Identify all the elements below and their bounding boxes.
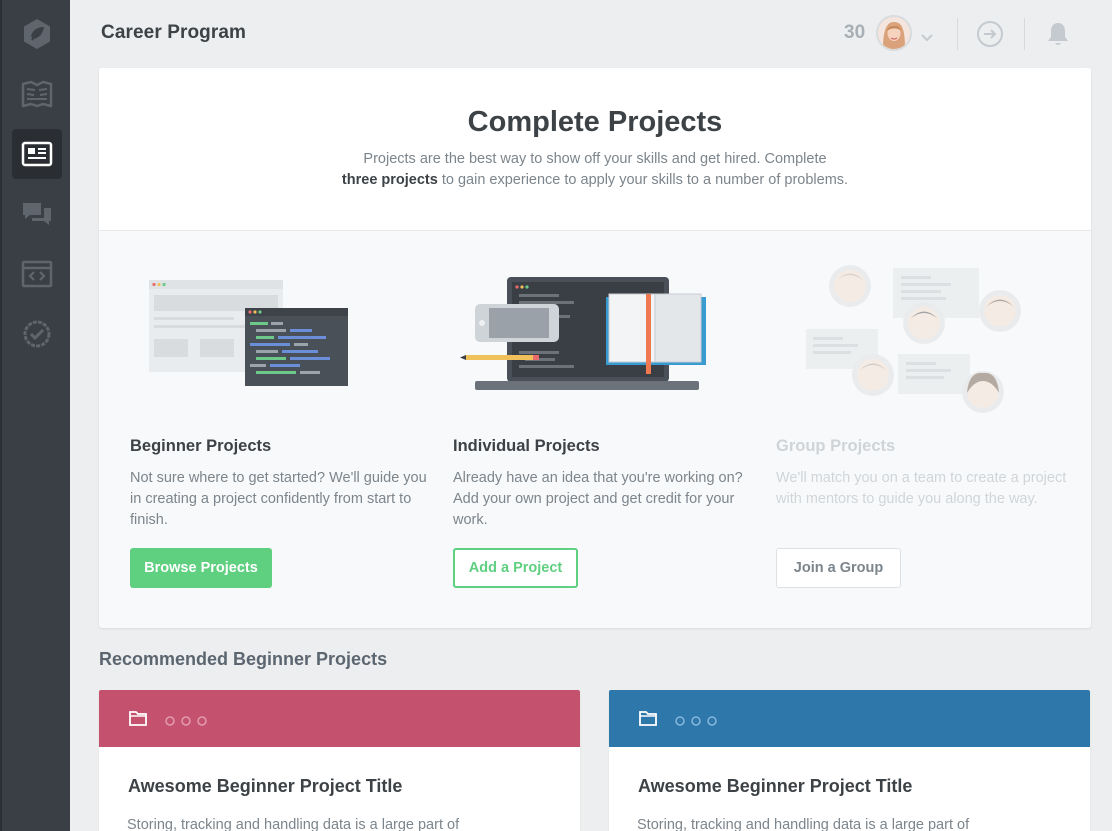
hero-title: Complete Projects: [467, 106, 723, 138]
bell-icon[interactable]: [1044, 20, 1072, 53]
card-header: [99, 690, 580, 747]
project-card[interactable]: Awesome Beginner Project Title Storing, …: [99, 690, 580, 831]
folder-icon: [639, 710, 657, 731]
column-title: Individual Projects: [453, 437, 600, 455]
project-card[interactable]: Awesome Beginner Project Title Storing, …: [609, 690, 1090, 831]
hero-desc-line1: Projects are the best way to show off yo…: [363, 151, 827, 167]
add-project-button[interactable]: Add a Project: [453, 548, 578, 588]
beginner-illustration: [130, 231, 360, 406]
column-title: Beginner Projects: [130, 437, 272, 455]
page-title: Career Program: [101, 22, 247, 43]
browse-projects-button[interactable]: Browse Projects: [130, 548, 272, 588]
community-chat-icon[interactable]: [12, 189, 62, 239]
folder-icon: [129, 710, 147, 731]
recommended-section-title: Recommended Beginner Projects: [99, 649, 388, 669]
projects-panel: Complete Projects Projects are the best …: [99, 68, 1091, 628]
top-header: Career Program 30: [70, 0, 1112, 68]
card-description: Storing, tracking and handling data is a…: [127, 817, 460, 831]
card-title: Awesome Beginner Project Title: [638, 776, 913, 796]
workspaces-code-icon[interactable]: [12, 249, 62, 299]
dots-icon: [165, 713, 211, 731]
projects-icon[interactable]: [12, 129, 62, 179]
card-title: Awesome Beginner Project Title: [128, 776, 403, 796]
hero-desc-bold: three projects: [341, 172, 438, 188]
group-illustration: [776, 231, 1036, 426]
column-title: Group Projects: [776, 437, 896, 455]
individual-illustration: [453, 231, 713, 406]
hero-section: Complete Projects Projects are the best …: [99, 68, 1091, 231]
chevron-down-icon[interactable]: [921, 29, 933, 47]
avatar[interactable]: [876, 15, 912, 51]
badge-check-icon[interactable]: [12, 309, 62, 359]
treehouse-logo-icon[interactable]: [12, 9, 62, 59]
join-group-button[interactable]: Join a Group: [776, 548, 901, 588]
hero-description: Projects are the best way to show off yo…: [295, 149, 895, 191]
header-divider: [1024, 18, 1025, 50]
hero-desc-line2: to gain experience to apply your skills …: [437, 172, 849, 188]
header-divider: [957, 18, 958, 50]
card-header: [609, 690, 1090, 747]
sign-out-icon[interactable]: [976, 20, 1004, 53]
sidebar: [0, 0, 70, 831]
library-map-icon[interactable]: [12, 69, 62, 119]
column-description: We'll match you on a team to create a pr…: [776, 470, 1067, 507]
column-description: Already have an idea that you're working…: [453, 470, 743, 528]
card-description: Storing, tracking and handling data is a…: [637, 817, 970, 831]
points-count: 30: [844, 22, 866, 43]
column-description: Not sure where to get started? We'll gui…: [130, 470, 427, 528]
dots-icon: [675, 713, 721, 731]
